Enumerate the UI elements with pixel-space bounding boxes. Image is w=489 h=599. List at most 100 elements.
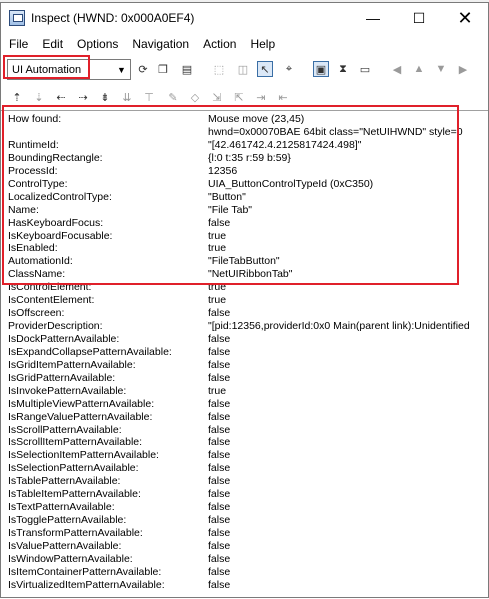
property-name: IsRangeValuePatternAvailable:	[8, 410, 153, 423]
property-name: IsVirtualizedItemPatternAvailable:	[8, 578, 165, 591]
menu-file[interactable]: File	[3, 37, 34, 51]
property-row[interactable]: IsScrollPatternAvailable: false	[1, 424, 488, 437]
minimize-button[interactable]: —	[350, 3, 396, 33]
set-focus-icon[interactable]: ◇	[187, 89, 203, 105]
menu-navigation[interactable]: Navigation	[126, 37, 195, 51]
menu-help[interactable]: Help	[244, 37, 281, 51]
property-value: false	[208, 358, 231, 371]
property-row[interactable]: IsDockPatternAvailable: false	[1, 333, 488, 346]
title-bar[interactable]: Inspect (HWND: 0x000A0EF4) — ☐ ✕	[1, 3, 488, 33]
property-row[interactable]: IsItemContainerPatternAvailable: false	[1, 566, 488, 579]
property-name: ProviderDescription:	[8, 320, 103, 332]
maximize-button[interactable]: ☐	[396, 3, 442, 33]
property-value: false	[208, 488, 231, 501]
options-icon[interactable]: ▤	[179, 61, 195, 77]
property-name: IsMultipleViewPatternAvailable:	[8, 397, 155, 410]
property-value: false	[208, 423, 231, 436]
menu-edit[interactable]: Edit	[36, 37, 69, 51]
expand-icon[interactable]: ⇲	[209, 89, 225, 105]
property-row[interactable]: IsVirtualizedItemPatternAvailable: false	[1, 579, 488, 592]
property-name: IsDockPatternAvailable:	[8, 332, 120, 345]
nav-parent-icon[interactable]: ⇡	[9, 89, 25, 105]
property-row[interactable]: IsRangeValuePatternAvailable: false	[1, 411, 488, 424]
property-row[interactable]: IsTextPatternAvailable: false	[1, 501, 488, 514]
property-row[interactable]: IsExpandCollapsePatternAvailable: false	[1, 346, 488, 359]
property-name: IsValuePatternAvailable:	[8, 539, 122, 552]
property-name: IsTextPatternAvailable:	[8, 501, 115, 513]
property-row[interactable]: ProviderDescription: "[pid:12356,provider…	[1, 320, 488, 333]
property-row[interactable]: IsScrollItemPatternAvailable: false	[1, 436, 488, 449]
property-row[interactable]: IsSelectionPatternAvailable: false	[1, 462, 488, 475]
property-row[interactable]: IsValuePatternAvailable: false	[1, 540, 488, 553]
property-row[interactable]: IsTogglePatternAvailable: false	[1, 514, 488, 527]
property-row[interactable]: IsSelectionItemPatternAvailable: false	[1, 449, 488, 462]
property-name: IsSelectionItemPatternAvailable:	[8, 449, 159, 462]
property-row[interactable]: IsMultipleViewPatternAvailable: false	[1, 398, 488, 411]
nav-prev-sibling-icon[interactable]: ⇠	[53, 89, 69, 105]
property-row[interactable]: IsInvokePatternAvailable: true	[1, 385, 488, 398]
property-value: false	[208, 514, 231, 526]
property-value: false	[208, 436, 231, 449]
nav-child-icon[interactable]: ⇊	[119, 89, 135, 105]
property-row[interactable]: IsWindowPatternAvailable: false	[1, 553, 488, 566]
property-name: IsTogglePatternAvailable:	[8, 514, 127, 526]
property-value: true	[208, 384, 227, 397]
property-value: true	[208, 294, 227, 307]
collapse-icon[interactable]: ⇱	[231, 89, 247, 105]
property-name: IsOffscreen:	[8, 307, 65, 320]
property-value: false	[208, 345, 231, 358]
property-value: false	[208, 475, 231, 488]
watch-caret-icon[interactable]: ⧗	[335, 61, 351, 77]
nav-back-icon[interactable]: ◀	[389, 61, 405, 77]
highlight-annotation-mode	[3, 55, 90, 79]
property-value: false	[208, 526, 231, 539]
property-row[interactable]: IsTransformPatternAvailable: false	[1, 527, 488, 540]
property-name: IsExpandCollapsePatternAvailable:	[8, 345, 172, 358]
invoke-icon[interactable]: ✎	[165, 89, 181, 105]
watch-tooltip-icon[interactable]: ⌖	[281, 61, 297, 77]
property-name: IsSelectionPatternAvailable:	[8, 462, 139, 475]
property-value: false	[208, 397, 231, 410]
nav-first-child-icon[interactable]: ⇣	[31, 89, 47, 105]
property-name: IsScrollItemPatternAvailable:	[8, 436, 143, 449]
property-row[interactable]: IsContentElement: true	[1, 294, 488, 307]
property-row[interactable]: IsGridItemPatternAvailable: false	[1, 359, 488, 372]
refresh-icon[interactable]: ⟳	[135, 61, 151, 77]
menu-bar: File Edit Options Navigation Action Help	[1, 33, 488, 55]
menu-options[interactable]: Options	[71, 37, 124, 51]
show-rect-icon[interactable]: ◫	[235, 61, 251, 77]
nav-root-icon[interactable]: ⊤	[141, 89, 157, 105]
nav-forward-icon[interactable]: ▶	[455, 61, 471, 77]
copy-icon[interactable]: ❐	[155, 61, 171, 77]
property-value: false	[208, 539, 231, 552]
watch-focus-icon[interactable]: ▣	[313, 61, 329, 77]
property-row[interactable]: IsTablePatternAvailable: false	[1, 475, 488, 488]
property-row[interactable]: IsTableItemPatternAvailable: false	[1, 488, 488, 501]
select-icon[interactable]: ⇥	[253, 89, 269, 105]
watch-cursor-icon[interactable]: ↖	[257, 61, 273, 77]
nav-up-icon[interactable]: ▲	[411, 61, 427, 77]
property-name: IsTablePatternAvailable:	[8, 475, 121, 488]
property-value: false	[208, 332, 231, 345]
menu-action[interactable]: Action	[197, 37, 242, 51]
highlight-rect-icon[interactable]: ⬚	[211, 61, 227, 77]
chevron-down-icon[interactable]: ▼	[113, 60, 130, 79]
nav-down-icon[interactable]: ▼	[433, 61, 449, 77]
property-row[interactable]: IsOffscreen: false	[1, 307, 488, 320]
property-name: IsWindowPatternAvailable:	[8, 552, 133, 565]
property-value: false	[208, 552, 231, 565]
property-name: IsTransformPatternAvailable:	[8, 526, 143, 539]
toggle-icon[interactable]: ⇤	[275, 89, 291, 105]
nav-last-child-icon[interactable]: ⇟	[97, 89, 113, 105]
close-button[interactable]: ✕	[442, 3, 488, 33]
property-value: false	[208, 410, 231, 423]
nav-next-sibling-icon[interactable]: ⇢	[75, 89, 91, 105]
property-name: IsInvokePatternAvailable:	[8, 384, 127, 397]
property-name: IsGridItemPatternAvailable:	[8, 358, 136, 371]
property-value: "[pid:12356,providerId:0x0 Main(parent l…	[208, 320, 470, 332]
inspect-window: Inspect (HWND: 0x000A0EF4) — ☐ ✕ File Ed…	[0, 2, 489, 598]
highlight-caret-icon[interactable]: ▭	[357, 61, 373, 77]
property-row[interactable]: IsGridPatternAvailable: false	[1, 372, 488, 385]
property-value: false	[208, 578, 231, 591]
highlight-annotation-properties	[2, 105, 459, 285]
